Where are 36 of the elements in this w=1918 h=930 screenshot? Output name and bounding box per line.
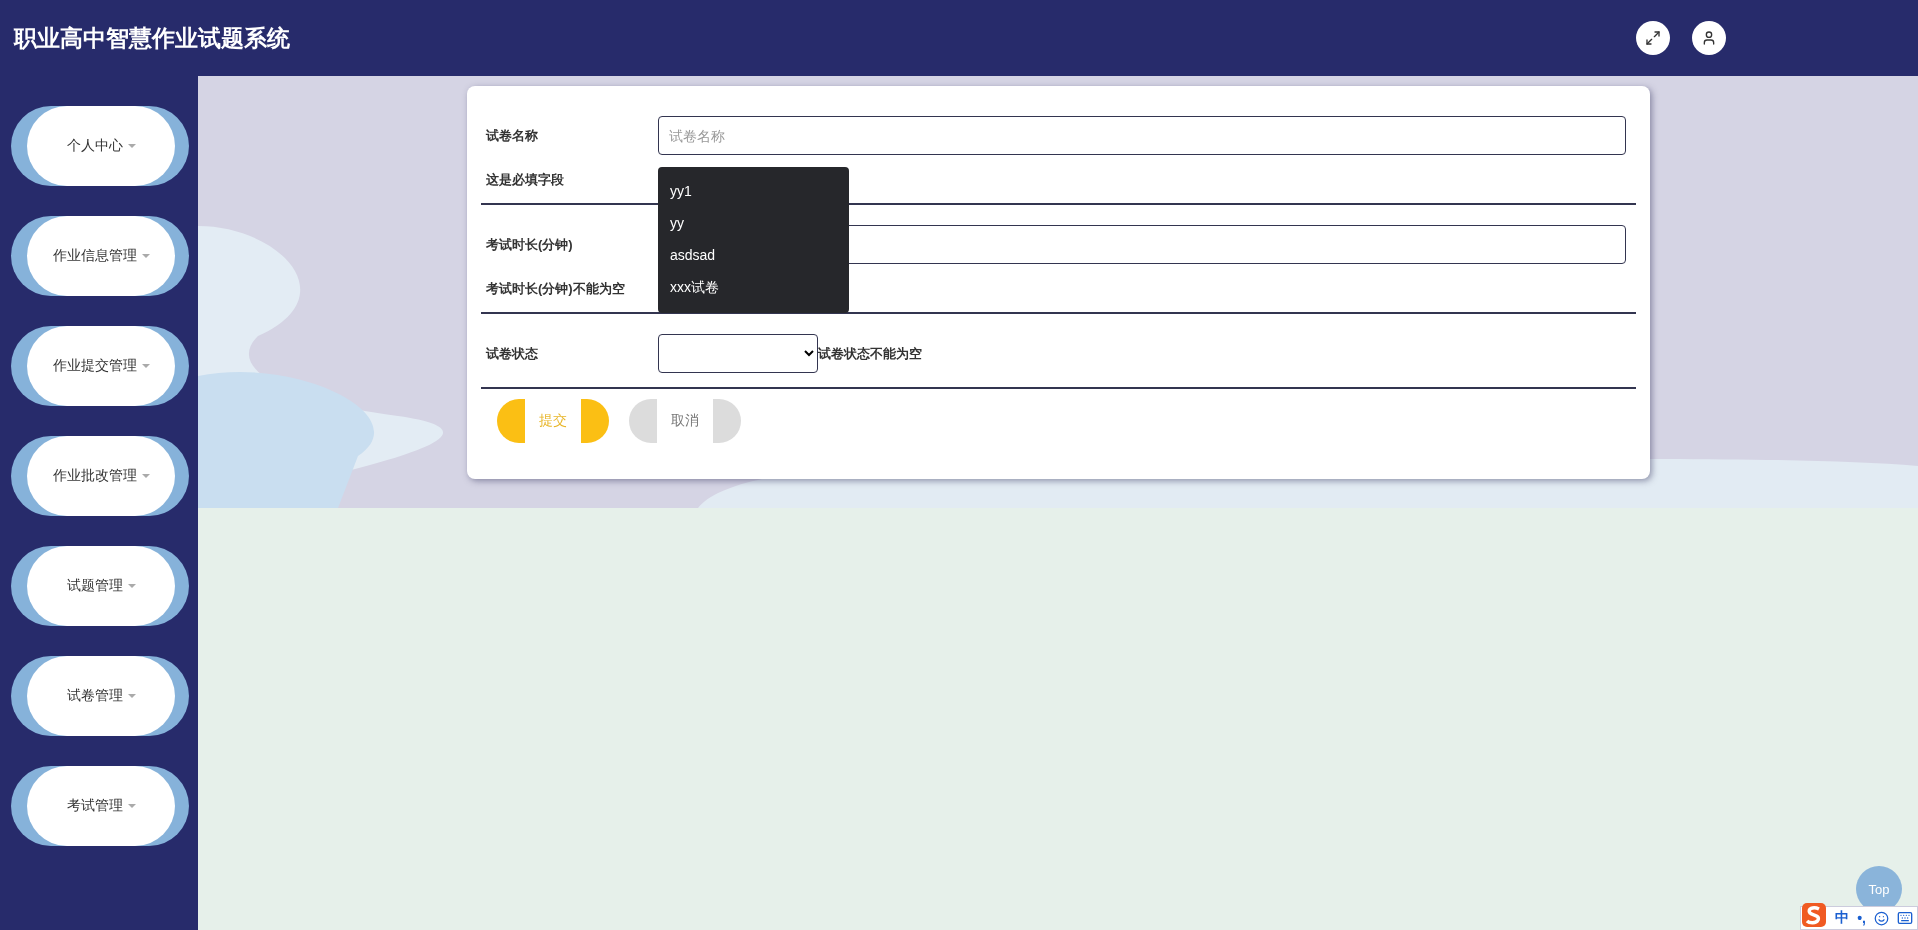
user-button[interactable] — [1692, 21, 1726, 55]
caret-icon — [127, 694, 136, 698]
nav-menu-button[interactable]: 试卷管理 — [11, 656, 189, 736]
suggestion-item[interactable]: yy1 — [658, 175, 849, 207]
fullscreen-button[interactable] — [1636, 21, 1670, 55]
text-input[interactable]: 试卷名称 — [658, 116, 1626, 155]
suggestion-item[interactable]: yy — [658, 207, 849, 239]
error-message: 试卷状态不能为空 — [818, 344, 922, 363]
field-label: 考试时长(分钟) — [486, 235, 574, 254]
field-label: 试卷状态 — [486, 344, 539, 363]
error-message: 考试时长(分钟)不能为空 — [486, 280, 626, 298]
nav-menu-button[interactable]: 作业信息管理 — [11, 216, 189, 296]
nav-menu-button[interactable]: 考试管理 — [11, 766, 189, 846]
status-select[interactable] — [658, 334, 818, 373]
expand-icon — [1645, 30, 1661, 46]
emoji-icon[interactable] — [1874, 910, 1889, 926]
caret-icon — [141, 474, 150, 478]
app-title: 职业高中智慧作业试题系统 — [14, 23, 291, 53]
suggestion-item[interactable]: asdsad — [658, 239, 849, 271]
nav-menu-button[interactable]: 试题管理 — [11, 546, 189, 626]
user-icon — [1701, 30, 1717, 46]
keyboard-icon[interactable] — [1897, 910, 1913, 926]
caret-icon — [127, 804, 136, 808]
suggestion-item[interactable]: xxx试卷 — [658, 271, 849, 305]
ime-language[interactable]: 中 — [1835, 909, 1850, 927]
nav-menu-button[interactable]: 作业批改管理 — [11, 436, 189, 516]
ime-punctuation[interactable]: •, — [1857, 910, 1866, 926]
nav-menu-button[interactable]: 作业提交管理 — [11, 326, 189, 406]
error-message: 这是必填字段 — [486, 171, 565, 189]
caret-icon — [127, 584, 136, 588]
field-label: 试卷名称 — [486, 126, 539, 145]
nav-menu-button[interactable]: 个人中心 — [11, 106, 189, 186]
caret-icon — [141, 364, 150, 368]
cancel-button[interactable]: 取消 — [629, 399, 741, 443]
caret-icon — [141, 254, 150, 258]
caret-icon — [127, 144, 136, 148]
